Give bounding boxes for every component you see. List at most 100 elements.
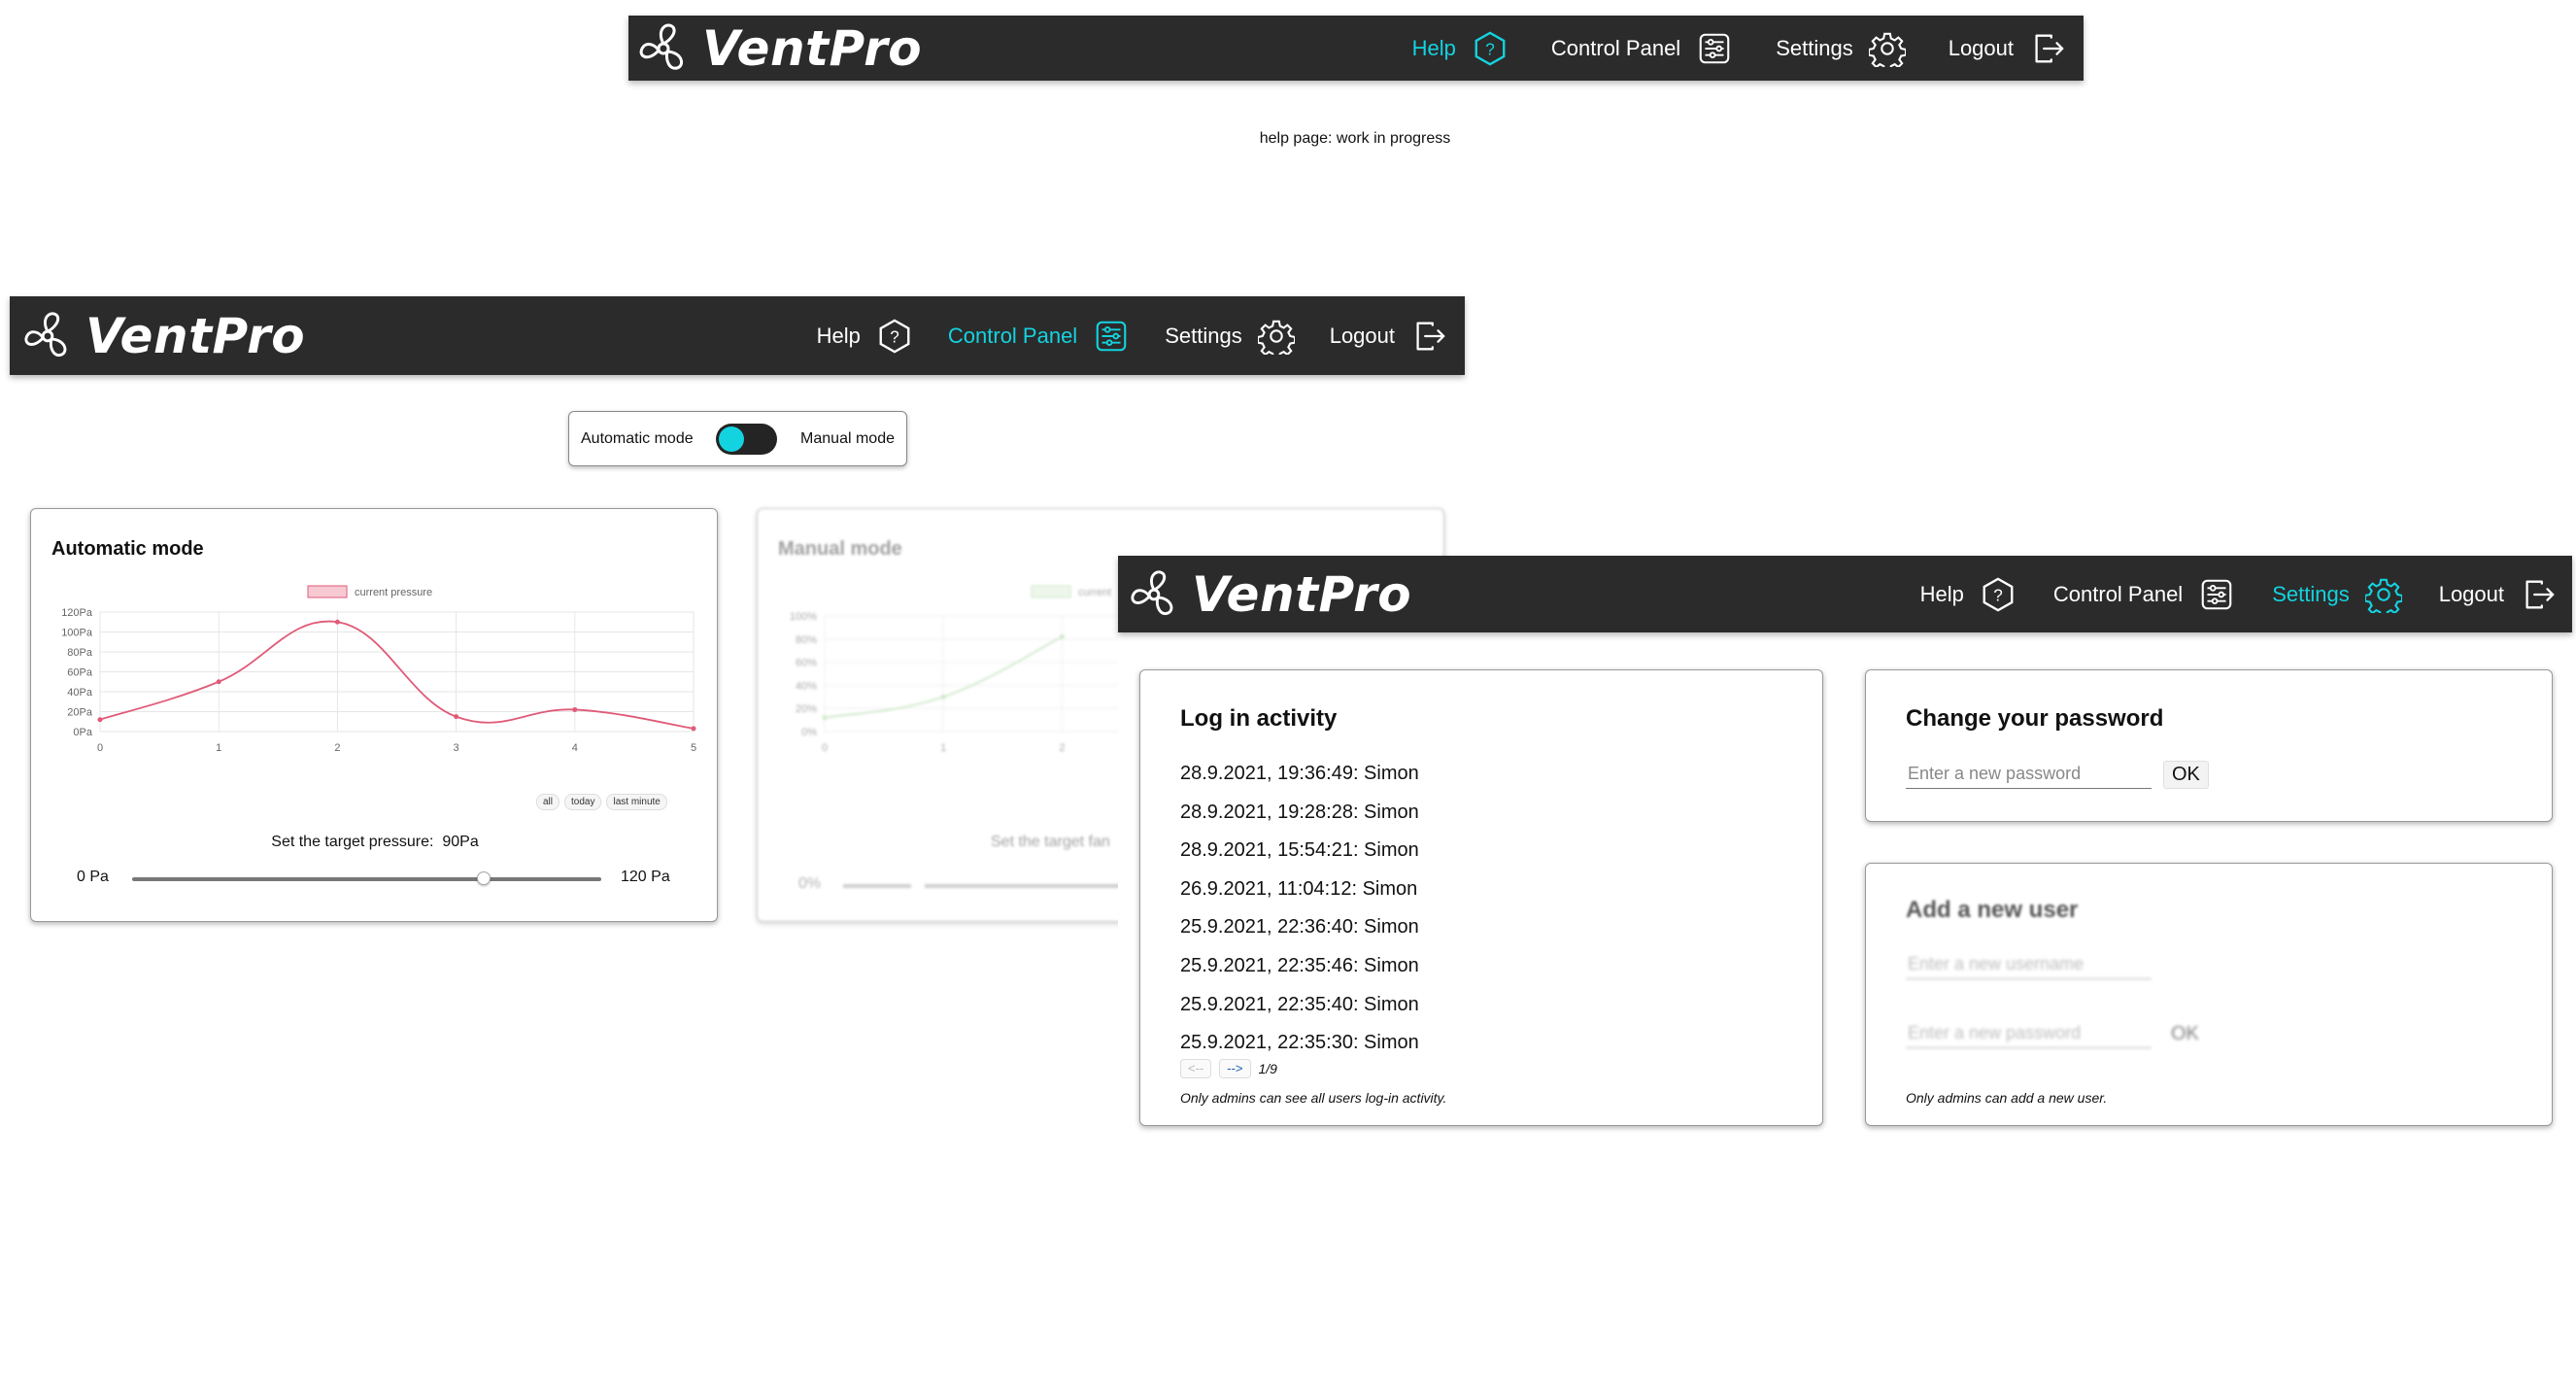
- app-name: VentPro: [702, 19, 923, 77]
- nav-items: Help ? Control Panel Settings Logout: [782, 318, 1447, 355]
- fan-logo-icon: [1131, 569, 1173, 615]
- list-item: 26.9.2021, 11:04:12: Simon: [1180, 877, 1418, 900]
- logo[interactable]: VentPro: [634, 19, 922, 78]
- navbar: VentPro Help ? Control Panel Settings Lo…: [1118, 556, 2572, 632]
- y-tick-label: 120Pa: [61, 607, 93, 619]
- prev-page-button[interactable]: <--: [1180, 1059, 1212, 1078]
- pressure-slider[interactable]: [132, 877, 601, 881]
- x-tick-label: 4: [572, 742, 578, 754]
- range-button-today[interactable]: today: [564, 794, 602, 810]
- password-ok-button[interactable]: OK: [2163, 760, 2209, 789]
- nav-control-panel[interactable]: Control Panel: [948, 318, 1130, 355]
- slider-max-label: 120 Pa: [621, 869, 670, 885]
- nav-control-panel-label: Control Panel: [947, 323, 1078, 348]
- nav-settings-label: Settings: [1165, 323, 1242, 348]
- logo[interactable]: VentPro: [1126, 566, 1411, 623]
- help-hexagon-icon: ?: [879, 318, 910, 354]
- pressure-chart: 0Pa 20Pa 40Pa 60Pa 80Pa 100Pa 120Pa 0 1 2 3 4 5 curre…: [61, 585, 696, 754]
- list-item: 25.9.2021, 22:35:46: Simon: [1180, 954, 1419, 976]
- data-point: [454, 714, 459, 720]
- y-tick-label: 20%: [796, 703, 817, 715]
- nav-control-panel[interactable]: Control Panel: [1551, 30, 1733, 67]
- change-password-title: Change your password: [1906, 705, 2164, 732]
- y-tick-label: 0Pa: [73, 727, 92, 738]
- fan-slider-min-label: 0%: [798, 875, 822, 892]
- range-button-all[interactable]: all: [536, 794, 560, 810]
- new-user-password-row: OK: [1906, 1019, 2207, 1048]
- y-tick-label: 80%: [796, 634, 817, 646]
- target-pressure-value: 90Pa: [442, 834, 479, 850]
- pressure-slider-row: 0 Pa 120 Pa: [31, 863, 719, 892]
- logo[interactable]: VentPro: [19, 308, 305, 364]
- list-item: 28.9.2021, 19:36:49: Simon: [1180, 763, 1419, 784]
- nav-settings[interactable]: Settings: [1165, 318, 1295, 355]
- username-row: [1906, 950, 2152, 979]
- range-button-last-minute[interactable]: last minute: [606, 794, 667, 810]
- svg-text:?: ?: [1993, 586, 2003, 604]
- slider-min-label: 0 Pa: [77, 869, 109, 885]
- automatic-mode-card: Automatic mode 0Pa 20Pa 40Pa 60Pa 80Pa 100Pa 1…: [30, 508, 718, 922]
- logout-arrow-icon: [2035, 34, 2064, 62]
- x-tick-label: 2: [334, 742, 340, 754]
- nav-items: Help ? Control Panel Settings Logout: [1883, 576, 2557, 613]
- nav-help[interactable]: Help ?: [1920, 576, 2017, 613]
- automatic-mode-label: Automatic mode: [581, 429, 694, 447]
- y-tick-label: 80Pa: [67, 647, 93, 659]
- logout-arrow-icon: [2525, 580, 2555, 608]
- data-point: [97, 717, 103, 723]
- legend-label: current: [1078, 587, 1111, 598]
- target-pressure-label: Set the target pressure: 90Pa: [31, 834, 719, 851]
- y-tick-label: 0%: [801, 727, 817, 738]
- add-user-card: Add a new user OK Only admins can add a …: [1865, 863, 2553, 1126]
- new-username-field[interactable]: [1906, 950, 2152, 979]
- list-item: 25.9.2021, 22:35:30: Simon: [1180, 1032, 1419, 1054]
- nav-help[interactable]: Help ?: [817, 318, 913, 355]
- fan-logo-icon: [639, 23, 684, 70]
- help-page-message: help page: work in progress: [1259, 130, 1451, 147]
- help-hexagon-icon: ?: [1474, 30, 1506, 66]
- app-name: VentPro: [1192, 565, 1412, 623]
- nav-logout-label: Logout: [2438, 581, 2504, 606]
- nav-logout[interactable]: Logout: [2439, 576, 2557, 613]
- x-tick-label: 1: [940, 742, 946, 754]
- add-user-ok-button[interactable]: OK: [2163, 1021, 2207, 1047]
- data-point: [1059, 633, 1065, 639]
- nav-settings[interactable]: Settings: [1776, 30, 1906, 67]
- nav-logout[interactable]: Logout: [1330, 318, 1447, 355]
- new-password-field[interactable]: [1906, 760, 2152, 789]
- nav-logout[interactable]: Logout: [1949, 30, 2066, 67]
- nav-help-label: Help: [1411, 35, 1456, 60]
- next-page-button[interactable]: -->: [1219, 1059, 1251, 1078]
- manual-mode-label: Manual mode: [800, 429, 895, 447]
- app-name: VentPro: [85, 307, 306, 364]
- add-user-title: Add a new user: [1906, 897, 2079, 923]
- nav-help[interactable]: Help ?: [1412, 30, 1508, 67]
- x-tick-label: 0: [97, 742, 103, 754]
- y-tick-label: 40Pa: [67, 687, 93, 699]
- list-item: 28.9.2021, 19:28:28: Simon: [1180, 801, 1419, 823]
- series-line: [99, 620, 695, 730]
- x-tick-label: 5: [691, 742, 696, 754]
- legend-label: current pressure: [355, 587, 432, 598]
- mode-switch[interactable]: [716, 423, 778, 455]
- legend-swatch: [307, 585, 348, 598]
- data-point: [822, 715, 828, 721]
- fan-logo-icon: [24, 311, 67, 357]
- new-user-password-field[interactable]: [1906, 1019, 2152, 1048]
- add-user-note: Only admins can add a new user.: [1906, 1090, 2108, 1106]
- nav-settings-label: Settings: [1776, 35, 1853, 60]
- pressure-slider-thumb[interactable]: [477, 871, 491, 885]
- gear-icon: [1868, 32, 1906, 67]
- sliders-panel-icon: [2201, 579, 2232, 609]
- data-point: [691, 726, 696, 732]
- x-tick-label: 2: [1059, 742, 1065, 754]
- password-row: OK: [1906, 760, 2209, 789]
- legend-swatch: [1031, 585, 1071, 598]
- pagination: <-- --> 1/9: [1180, 1059, 1277, 1078]
- list-item: 25.9.2021, 22:35:40: Simon: [1180, 993, 1419, 1015]
- nav-control-panel[interactable]: Control Panel: [2053, 576, 2235, 613]
- y-tick-label: 20Pa: [67, 707, 93, 719]
- fan-slider-segment: [843, 884, 911, 888]
- nav-settings[interactable]: Settings: [2272, 576, 2402, 613]
- target-fan-label: Set the target fan: [991, 834, 1110, 850]
